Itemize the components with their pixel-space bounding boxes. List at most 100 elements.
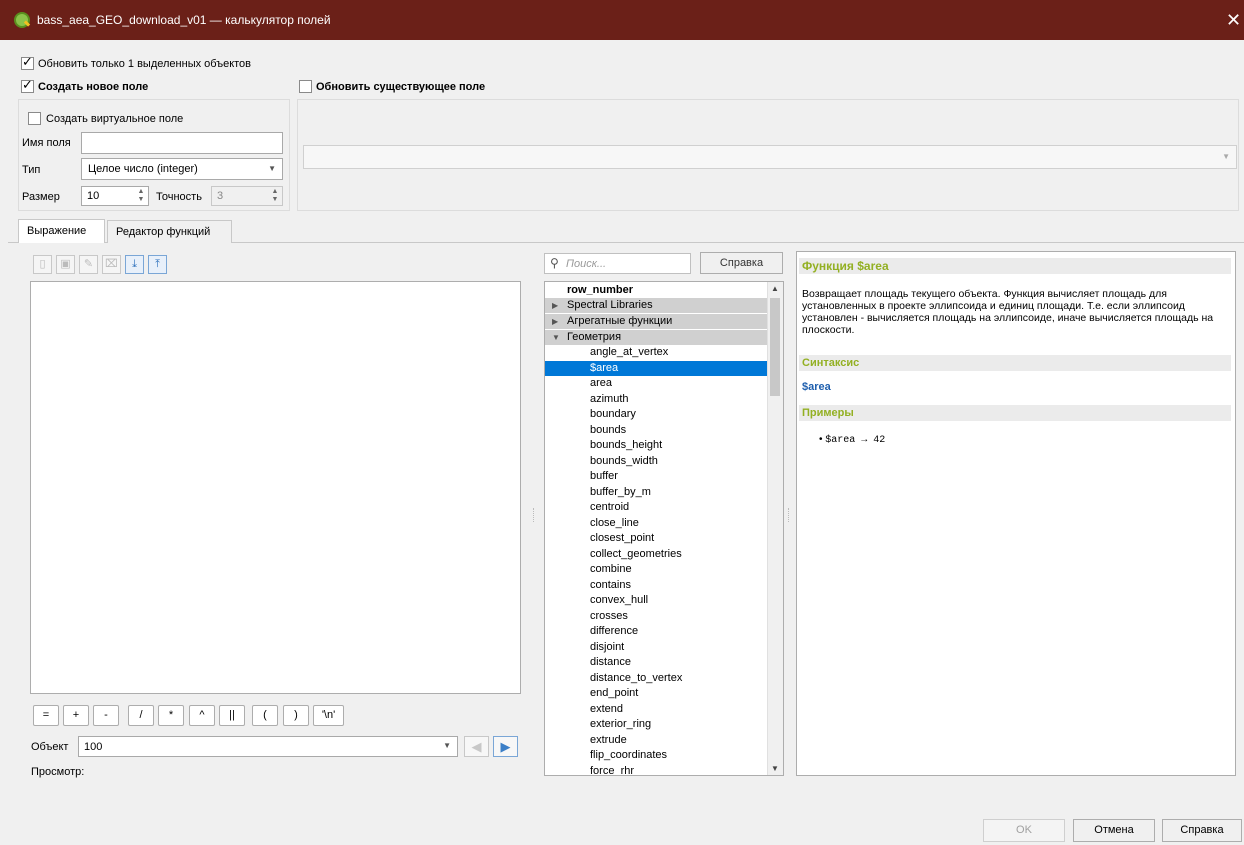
field-size-label: Размер xyxy=(22,191,60,203)
dialog-help-button[interactable]: Справка xyxy=(1162,819,1242,842)
preview-label: Просмотр: xyxy=(31,766,85,778)
tree-item-label: buffer xyxy=(590,470,618,482)
tree-item-function[interactable]: buffer xyxy=(545,469,769,484)
tree-item-label: boundary xyxy=(590,408,636,420)
scrollbar-thumb[interactable] xyxy=(770,298,780,396)
tree-item-label: contains xyxy=(590,578,631,591)
tree-item-label: collect_geometries xyxy=(590,547,682,560)
export-icon[interactable]: ⤒ xyxy=(148,255,167,274)
tree-item-function[interactable]: combine xyxy=(545,562,769,577)
expression-editor[interactable] xyxy=(30,281,521,694)
tree-item-function[interactable]: bounds_height xyxy=(545,438,769,453)
tree-item-label: end_point xyxy=(590,687,639,699)
tree-item-function[interactable]: force_rhr xyxy=(545,764,769,776)
tree-group-geometry[interactable]: ▼ Геометрия xyxy=(545,330,769,345)
operator-divide-button[interactable]: / xyxy=(128,705,154,726)
tree-scrollbar[interactable]: ▲ ▼ xyxy=(767,282,783,775)
examples-header: Примеры xyxy=(799,405,1231,421)
tree-item-function[interactable]: distance xyxy=(545,655,769,670)
tree-item-function[interactable]: end_point xyxy=(545,686,769,701)
tree-item-function[interactable]: difference xyxy=(545,624,769,639)
new-file-icon[interactable]: ▯ xyxy=(33,255,52,274)
function-search-input[interactable]: ⚲ Поиск... xyxy=(544,253,691,274)
field-size-spinbox[interactable]: 10 ▲ ▼ xyxy=(81,186,149,206)
tree-item-function[interactable]: centroid xyxy=(545,500,769,515)
import-icon[interactable]: ⤓ xyxy=(125,255,144,274)
field-type-select[interactable]: Целое число (integer) ▼ xyxy=(81,158,283,180)
tree-item-function[interactable]: extend xyxy=(545,702,769,717)
save-icon[interactable]: ▣ xyxy=(56,255,75,274)
next-feature-icon[interactable]: ▶ xyxy=(493,736,518,757)
operator-plus-button[interactable]: + xyxy=(63,705,89,726)
tree-item-label: buffer_by_m xyxy=(590,485,651,498)
tree-item-function[interactable]: convex_hull xyxy=(545,593,769,608)
update-existing-field-label: Обновить существующее поле xyxy=(316,81,486,93)
tree-item-function[interactable]: area xyxy=(545,376,769,391)
virtual-field-checkbox[interactable] xyxy=(28,112,41,125)
operator-open-paren-button[interactable]: ( xyxy=(252,705,278,726)
tree-item-function[interactable]: contains xyxy=(545,578,769,593)
update-existing-field-checkbox[interactable] xyxy=(299,80,312,93)
tree-item-function[interactable]: buffer_by_m xyxy=(545,485,769,500)
ok-button[interactable]: OK xyxy=(983,819,1065,842)
tree-item-function[interactable]: $area xyxy=(545,360,769,376)
tree-item-function[interactable]: azimuth xyxy=(545,392,769,407)
tree-item-function[interactable]: distance_to_vertex xyxy=(545,671,769,686)
tree-group-aggregates[interactable]: ▶ Агрегатные функции xyxy=(545,314,769,329)
syntax-text: $area xyxy=(802,381,831,393)
edit-icon[interactable]: ✎ xyxy=(79,255,98,274)
function-tree[interactable]: row_number ▶ Spectral Libraries ▶ Агрега… xyxy=(544,281,784,776)
operator-multiply-button[interactable]: * xyxy=(158,705,184,726)
cancel-button[interactable]: Отмена xyxy=(1073,819,1155,842)
tree-item-function[interactable]: crosses xyxy=(545,609,769,624)
tree-item-function[interactable]: collect_geometries xyxy=(545,547,769,562)
chevron-right-icon: ▶ xyxy=(552,317,559,326)
operator-equals-button[interactable]: = xyxy=(33,705,59,726)
chevron-right-icon: ▶ xyxy=(552,301,559,310)
feature-value: 100 xyxy=(84,741,103,753)
tree-item-function[interactable]: flip_coordinates xyxy=(545,748,769,763)
scroll-up-icon[interactable]: ▲ xyxy=(771,284,779,293)
tree-item-label: combine xyxy=(590,563,632,575)
tree-item-function[interactable]: extrude xyxy=(545,733,769,748)
field-name-label: Имя поля xyxy=(22,137,71,149)
field-type-value: Целое число (integer) xyxy=(88,163,198,175)
create-new-field-checkbox[interactable] xyxy=(21,77,34,93)
existing-field-select[interactable]: ▼ xyxy=(303,145,1237,169)
spin-arrows-icon[interactable]: ▲ ▼ xyxy=(135,188,147,204)
close-icon[interactable]: ✕ xyxy=(1226,10,1241,31)
tree-item-function[interactable]: disjoint xyxy=(545,640,769,655)
scroll-down-icon[interactable]: ▼ xyxy=(771,764,779,773)
operator-power-button[interactable]: ^ xyxy=(189,705,215,726)
tree-group-spectral-libraries[interactable]: ▶ Spectral Libraries xyxy=(545,298,769,313)
chevron-down-icon: ▼ xyxy=(268,164,276,173)
previous-feature-icon[interactable]: ◀ xyxy=(464,736,489,757)
tree-item-function[interactable]: bounds_width xyxy=(545,454,769,469)
operator-concat-button[interactable]: || xyxy=(219,705,245,726)
tree-item-function[interactable]: angle_at_vertex xyxy=(545,345,769,360)
tree-item-function[interactable]: exterior_ring xyxy=(545,717,769,732)
tree-item-label: azimuth xyxy=(590,392,629,405)
splitter-handle[interactable] xyxy=(788,508,790,522)
operator-newline-button[interactable]: '\n' xyxy=(313,705,344,726)
help-button[interactable]: Справка xyxy=(700,252,783,274)
tree-item-function[interactable]: close_line xyxy=(545,516,769,531)
tree-item-label: crosses xyxy=(590,609,628,622)
field-name-input[interactable] xyxy=(81,132,283,154)
help-description: Возвращает площадь текущего объекта. Фун… xyxy=(802,288,1214,336)
tree-item-label: extrude xyxy=(590,733,627,746)
spin-arrows-icon[interactable]: ▲ ▼ xyxy=(269,188,281,204)
tree-item-function[interactable]: boundary xyxy=(545,407,769,422)
field-precision-spinbox[interactable]: 3 ▲ ▼ xyxy=(211,186,283,206)
operator-minus-button[interactable]: - xyxy=(93,705,119,726)
tab-expression[interactable]: Выражение xyxy=(18,219,105,243)
tree-item-function[interactable]: closest_point xyxy=(545,531,769,546)
delete-icon[interactable]: ⌧ xyxy=(102,255,121,274)
feature-select[interactable]: 100 ▼ xyxy=(78,736,458,757)
tree-item-row-number[interactable]: row_number xyxy=(545,283,769,298)
splitter-handle[interactable] xyxy=(533,508,535,522)
tree-item-function[interactable]: bounds xyxy=(545,423,769,438)
update-selected-checkbox[interactable] xyxy=(21,54,34,70)
operator-close-paren-button[interactable]: ) xyxy=(283,705,309,726)
tab-function-editor[interactable]: Редактор функций xyxy=(107,220,232,243)
